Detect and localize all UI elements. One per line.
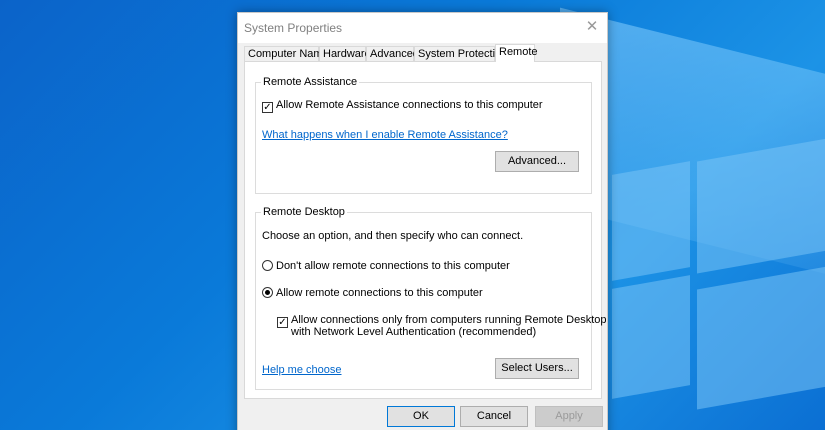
remote-assistance-help-link[interactable]: What happens when I enable Remote Assist… bbox=[262, 129, 508, 142]
remote-assistance-title: Remote Assistance bbox=[261, 75, 360, 89]
windows-logo-pane bbox=[697, 266, 825, 410]
window-title: System Properties bbox=[244, 21, 343, 35]
allow-remote-row[interactable]: Allow remote connections to this compute… bbox=[262, 287, 483, 300]
remote-desktop-instruction: Choose an option, and then specify who c… bbox=[262, 230, 524, 242]
remote-tab-panel: Remote Assistance ✓ Allow Remote Assistan… bbox=[244, 61, 606, 399]
windows-logo-pane bbox=[612, 161, 690, 281]
allow-remote-radio[interactable] bbox=[262, 287, 273, 298]
tab-remote[interactable]: Remote bbox=[495, 44, 538, 62]
apply-button[interactable]: Apply bbox=[535, 406, 603, 427]
help-me-choose-link[interactable]: Help me choose bbox=[262, 364, 342, 377]
allow-remote-assistance-checkbox[interactable]: ✓ bbox=[262, 102, 273, 113]
select-users-button[interactable]: Select Users... bbox=[495, 358, 579, 379]
allow-remote-label: Allow remote connections to this compute… bbox=[276, 287, 483, 299]
dont-allow-remote-row[interactable]: Don't allow remote connections to this c… bbox=[262, 260, 510, 273]
allow-remote-assistance-row[interactable]: ✓ Allow Remote Assistance connections to … bbox=[262, 99, 543, 113]
title-bar[interactable]: System Properties ✕ bbox=[238, 13, 607, 43]
system-properties-dialog: System Properties ✕ Computer Name Hardwa… bbox=[237, 12, 608, 430]
advanced-button[interactable]: Advanced... bbox=[495, 151, 579, 172]
nla-checkbox[interactable]: ✓ bbox=[277, 317, 288, 328]
windows-logo-pane bbox=[612, 275, 690, 399]
nla-label-line1: Allow connections only from computers ru… bbox=[291, 314, 607, 326]
nla-label-line2: with Network Level Authentication (recom… bbox=[291, 326, 537, 338]
remote-assistance-group: Remote Assistance ✓ Allow Remote Assistan… bbox=[255, 75, 592, 194]
windows-logo-pane bbox=[697, 138, 825, 274]
dont-allow-remote-radio[interactable] bbox=[262, 260, 273, 271]
close-icon[interactable]: ✕ bbox=[577, 13, 607, 41]
allow-remote-assistance-label: Allow Remote Assistance connections to t… bbox=[276, 99, 543, 111]
ok-button[interactable]: OK bbox=[387, 406, 455, 427]
cancel-button[interactable]: Cancel bbox=[460, 406, 528, 427]
remote-desktop-title: Remote Desktop bbox=[261, 205, 347, 219]
remote-desktop-group: Remote Desktop Choose an option, and the… bbox=[255, 205, 606, 390]
dont-allow-remote-label: Don't allow remote connections to this c… bbox=[276, 260, 510, 272]
